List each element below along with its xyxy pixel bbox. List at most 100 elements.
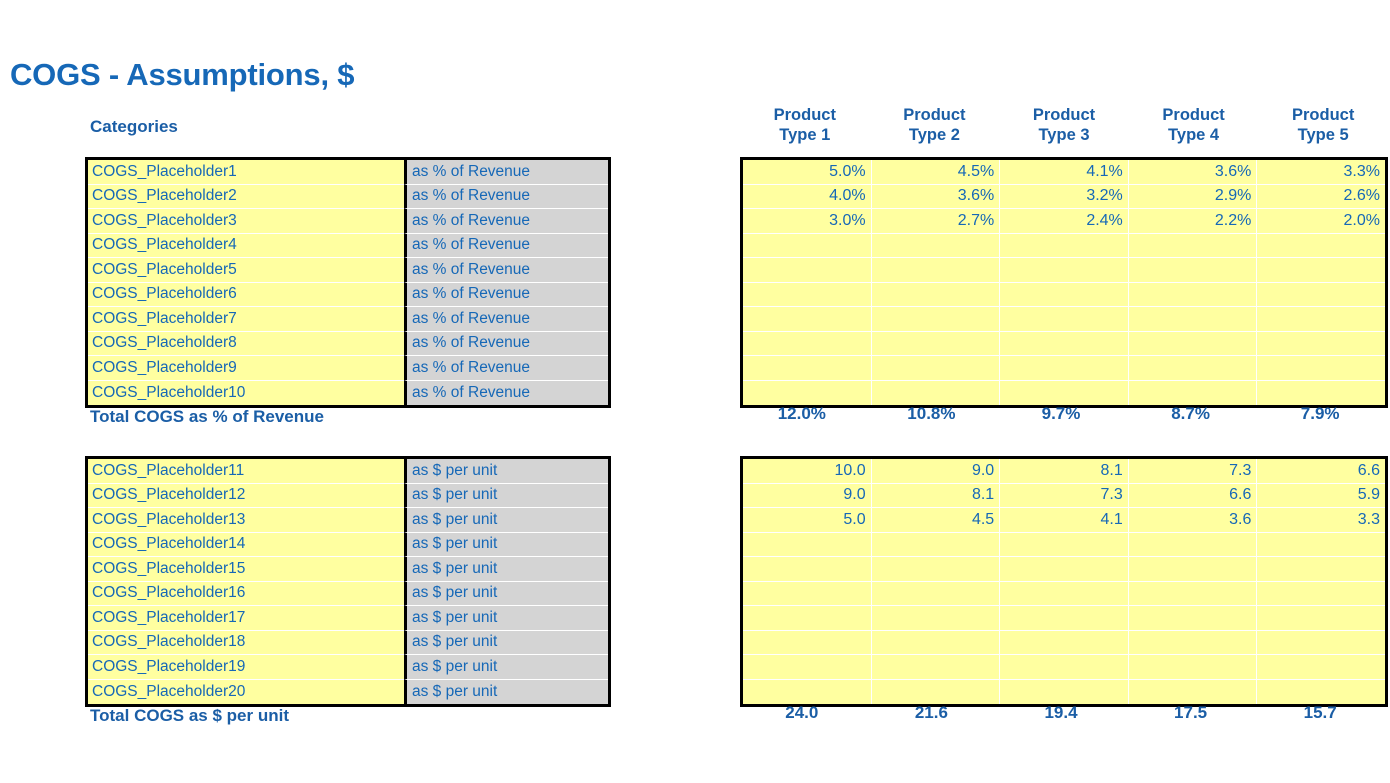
value-cell[interactable] (1128, 679, 1258, 704)
category-unit-cell[interactable]: as $ per unit (404, 459, 608, 484)
category-name-cell[interactable]: COGS_Placeholder9 (88, 356, 404, 381)
category-unit-cell[interactable]: as % of Revenue (404, 282, 608, 307)
value-cell[interactable] (1000, 557, 1129, 581)
value-cell[interactable] (871, 532, 1001, 556)
category-name-cell[interactable]: COGS_Placeholder2 (88, 184, 404, 209)
category-name-cell[interactable]: COGS_Placeholder11 (88, 459, 404, 484)
category-name-cell[interactable]: COGS_Placeholder4 (88, 233, 404, 258)
value-cell[interactable] (743, 258, 872, 282)
value-cell[interactable] (743, 307, 872, 331)
category-unit-cell[interactable]: as $ per unit (404, 655, 608, 680)
category-name-cell[interactable]: COGS_Placeholder18 (88, 630, 404, 655)
value-cell[interactable]: 3.2% (1000, 184, 1129, 208)
value-cell[interactable]: 9.0 (743, 483, 872, 507)
category-unit-cell[interactable]: as % of Revenue (404, 184, 608, 209)
category-unit-cell[interactable]: as % of Revenue (404, 160, 608, 185)
value-cell[interactable] (1257, 331, 1385, 355)
value-cell[interactable] (1257, 557, 1385, 581)
value-cell[interactable] (743, 532, 872, 556)
value-cell[interactable] (1000, 356, 1129, 380)
value-cell[interactable] (1257, 532, 1385, 556)
value-cell[interactable] (1000, 380, 1129, 405)
value-cell[interactable]: 4.1 (1000, 508, 1129, 532)
value-cell[interactable]: 2.0% (1257, 209, 1385, 233)
value-cell[interactable] (1257, 630, 1385, 654)
table-row[interactable]: 5.0 4.5 4.1 3.6 3.3 (743, 508, 1385, 533)
value-cell[interactable] (1128, 258, 1258, 282)
value-cell[interactable] (743, 606, 872, 630)
value-cell[interactable] (1128, 655, 1258, 679)
value-cell[interactable] (871, 679, 1001, 704)
table-row[interactable]: COGS_Placeholder1 as % of Revenue (88, 160, 608, 185)
table-row[interactable]: COGS_Placeholder4 as % of Revenue (88, 233, 608, 258)
value-cell[interactable]: 8.1 (871, 483, 1001, 507)
value-cell[interactable]: 2.9% (1128, 184, 1258, 208)
category-name-cell[interactable]: COGS_Placeholder10 (88, 380, 404, 405)
value-cell[interactable]: 4.5 (871, 508, 1001, 532)
category-unit-cell[interactable]: as % of Revenue (404, 258, 608, 283)
value-cell[interactable] (1000, 233, 1129, 257)
table-row[interactable]: COGS_Placeholder16 as $ per unit (88, 581, 608, 606)
table-row[interactable] (743, 258, 1385, 283)
value-cell[interactable]: 3.3% (1257, 160, 1385, 184)
value-cell[interactable] (1257, 655, 1385, 679)
per-unit-values-table[interactable]: 10.0 9.0 8.1 7.3 6.6 9.0 8.1 7.3 6.6 5.9 5.0 4.5 4.1… (740, 456, 1388, 707)
table-row[interactable]: COGS_Placeholder3 as % of Revenue (88, 209, 608, 234)
value-cell[interactable] (871, 557, 1001, 581)
value-cell[interactable] (871, 258, 1001, 282)
value-cell[interactable] (1128, 331, 1258, 355)
table-row[interactable]: COGS_Placeholder20 as $ per unit (88, 679, 608, 704)
value-cell[interactable] (1128, 356, 1258, 380)
category-unit-cell[interactable]: as % of Revenue (404, 331, 608, 356)
category-name-cell[interactable]: COGS_Placeholder15 (88, 557, 404, 582)
category-unit-cell[interactable]: as $ per unit (404, 557, 608, 582)
table-row[interactable]: COGS_Placeholder2 as % of Revenue (88, 184, 608, 209)
value-cell[interactable]: 7.3 (1128, 459, 1258, 483)
value-cell[interactable] (871, 606, 1001, 630)
value-cell[interactable] (1128, 307, 1258, 331)
table-row[interactable] (743, 233, 1385, 258)
table-row[interactable]: COGS_Placeholder5 as % of Revenue (88, 258, 608, 283)
value-cell[interactable]: 2.4% (1000, 209, 1129, 233)
table-row[interactable]: 9.0 8.1 7.3 6.6 5.9 (743, 483, 1385, 508)
table-row[interactable] (743, 307, 1385, 332)
value-cell[interactable] (1257, 380, 1385, 405)
value-cell[interactable] (871, 282, 1001, 306)
table-row[interactable] (743, 331, 1385, 356)
value-cell[interactable] (1257, 679, 1385, 704)
value-cell[interactable] (743, 581, 872, 605)
value-cell[interactable]: 6.6 (1128, 483, 1258, 507)
table-row[interactable]: COGS_Placeholder7 as % of Revenue (88, 307, 608, 332)
percent-categories-table[interactable]: COGS_Placeholder1 as % of Revenue COGS_Pla… (85, 157, 611, 408)
percent-values-table[interactable]: 5.0% 4.5% 4.1% 3.6% 3.3% 4.0% 3.6% 3.2% 2.9% 2.6%… (740, 157, 1388, 408)
value-cell[interactable] (743, 282, 872, 306)
value-cell[interactable] (1000, 282, 1129, 306)
category-unit-cell[interactable]: as $ per unit (404, 581, 608, 606)
category-unit-cell[interactable]: as % of Revenue (404, 233, 608, 258)
category-name-cell[interactable]: COGS_Placeholder20 (88, 679, 404, 704)
table-row[interactable]: COGS_Placeholder17 as $ per unit (88, 606, 608, 631)
table-row[interactable]: COGS_Placeholder13 as $ per unit (88, 508, 608, 533)
value-cell[interactable]: 3.6% (871, 184, 1001, 208)
category-name-cell[interactable]: COGS_Placeholder19 (88, 655, 404, 680)
category-name-cell[interactable]: COGS_Placeholder14 (88, 532, 404, 557)
value-cell[interactable] (1128, 282, 1258, 306)
value-cell[interactable] (871, 630, 1001, 654)
table-row[interactable] (743, 380, 1385, 405)
value-cell[interactable]: 7.3 (1000, 483, 1129, 507)
table-row[interactable] (743, 679, 1385, 704)
table-row[interactable]: COGS_Placeholder14 as $ per unit (88, 532, 608, 557)
value-cell[interactable] (1257, 356, 1385, 380)
table-row[interactable]: COGS_Placeholder12 as $ per unit (88, 483, 608, 508)
table-row[interactable]: COGS_Placeholder11 as $ per unit (88, 459, 608, 484)
table-row[interactable] (743, 581, 1385, 606)
value-cell[interactable] (1000, 258, 1129, 282)
value-cell[interactable]: 4.5% (871, 160, 1001, 184)
category-name-cell[interactable]: COGS_Placeholder12 (88, 483, 404, 508)
value-cell[interactable]: 5.0% (743, 160, 872, 184)
value-cell[interactable] (1000, 606, 1129, 630)
value-cell[interactable]: 3.0% (743, 209, 872, 233)
table-row[interactable]: 10.0 9.0 8.1 7.3 6.6 (743, 459, 1385, 484)
value-cell[interactable]: 3.6% (1128, 160, 1258, 184)
category-name-cell[interactable]: COGS_Placeholder8 (88, 331, 404, 356)
